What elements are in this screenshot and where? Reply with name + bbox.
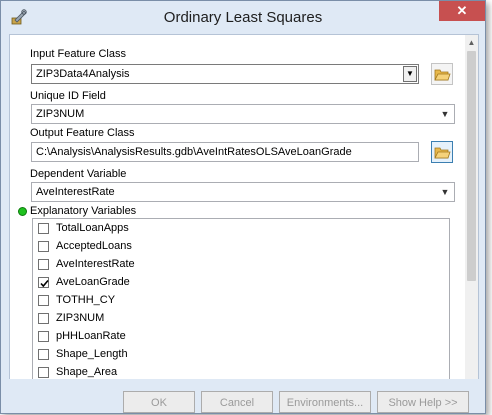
checkmark-icon xyxy=(40,279,49,288)
checkbox[interactable] xyxy=(38,223,49,234)
show-help-button[interactable]: Show Help >> xyxy=(377,391,469,413)
output-feature-class-value: C:\Analysis\AnalysisResults.gdb\AveIntRa… xyxy=(36,146,352,158)
list-item-label: AveLoanGrade xyxy=(56,276,130,288)
dependent-variable-dropdown[interactable]: AveInterestRate ▼ xyxy=(31,182,455,202)
ok-button[interactable]: OK xyxy=(123,391,195,413)
dependent-variable-label: Dependent Variable xyxy=(30,168,127,180)
chevron-down-icon[interactable]: ▼ xyxy=(403,66,417,82)
window-title: Ordinary Least Squares xyxy=(163,9,323,26)
title-bar[interactable]: Ordinary Least Squares ✕ xyxy=(1,1,485,35)
environments-button[interactable]: Environments... xyxy=(279,391,371,413)
list-item-label: AcceptedLoans xyxy=(56,240,132,252)
list-item-label: pHHLoanRate xyxy=(56,330,126,342)
close-button[interactable]: ✕ xyxy=(439,1,485,21)
checkbox[interactable] xyxy=(38,259,49,270)
input-feature-class-combo[interactable]: ZIP3Data4Analysis ▼ xyxy=(31,64,419,84)
checkbox[interactable] xyxy=(38,367,49,378)
list-item-label: TOTHH_CY xyxy=(56,294,116,306)
list-item-label: Shape_Area xyxy=(56,366,118,378)
open-folder-icon xyxy=(434,69,451,81)
vertical-scrollbar[interactable]: ▲ xyxy=(465,35,478,379)
list-item-label: Shape_Length xyxy=(56,348,128,360)
dialog-client-area: Input Feature Class ZIP3Data4Analysis ▼ … xyxy=(9,34,479,380)
checkbox[interactable] xyxy=(38,349,49,360)
output-feature-class-label: Output Feature Class xyxy=(30,127,135,139)
checkbox[interactable] xyxy=(38,295,49,306)
list-item-label: TotalLoanApps xyxy=(56,222,129,234)
checkbox[interactable] xyxy=(38,331,49,342)
list-item-label: ZIP3NUM xyxy=(56,312,105,324)
dependent-variable-value: AveInterestRate xyxy=(36,186,115,198)
unique-id-field-value: ZIP3NUM xyxy=(36,108,85,120)
cancel-button[interactable]: Cancel xyxy=(201,391,273,413)
open-folder-icon xyxy=(434,147,451,159)
checkbox-checked[interactable] xyxy=(38,277,49,288)
close-icon: ✕ xyxy=(456,3,468,18)
chevron-down-icon[interactable]: ▼ xyxy=(438,107,452,121)
scroll-up-icon[interactable]: ▲ xyxy=(465,35,478,51)
input-feature-class-value: ZIP3Data4Analysis xyxy=(36,68,130,80)
ols-dialog-window: Ordinary Least Squares ✕ Input Feature C… xyxy=(0,0,486,414)
checkbox[interactable] xyxy=(38,313,49,324)
explanatory-variables-list: TotalLoanApps AcceptedLoans AveInterestR… xyxy=(32,218,450,379)
chevron-down-icon[interactable]: ▼ xyxy=(438,185,452,199)
output-feature-class-input[interactable]: C:\Analysis\AnalysisResults.gdb\AveIntRa… xyxy=(31,142,419,162)
unique-id-field-label: Unique ID Field xyxy=(30,90,106,102)
explanatory-variables-label: Explanatory Variables xyxy=(30,205,137,217)
required-indicator-icon xyxy=(18,207,27,216)
browse-input-button[interactable] xyxy=(431,63,453,85)
checkbox[interactable] xyxy=(38,241,49,252)
list-item-label: AveInterestRate xyxy=(56,258,135,270)
browse-output-button[interactable] xyxy=(431,141,453,163)
input-feature-class-label: Input Feature Class xyxy=(30,48,126,60)
button-bar: OK Cancel Environments... Show Help >> xyxy=(1,379,485,413)
unique-id-field-dropdown[interactable]: ZIP3NUM ▼ xyxy=(31,104,455,124)
scrollbar-thumb[interactable] xyxy=(467,51,476,281)
